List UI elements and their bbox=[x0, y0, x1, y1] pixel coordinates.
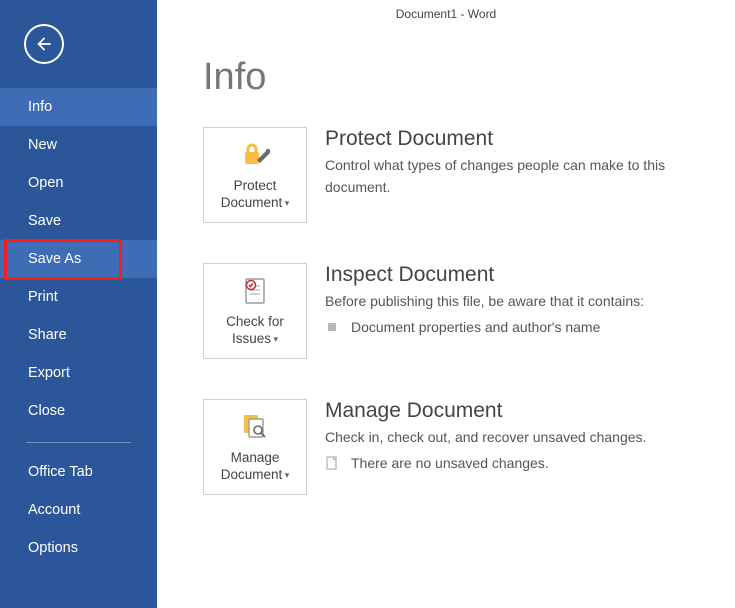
section-protect-document: Protect Document Protect Document Contro… bbox=[203, 127, 715, 223]
sidebar-item-label: Save bbox=[28, 213, 61, 229]
sidebar-item-label: Office Tab bbox=[28, 464, 93, 480]
sidebar-item-label: Info bbox=[28, 99, 52, 115]
square-bullet-icon bbox=[325, 320, 339, 334]
sidebar-item-saveas-wrapper: Save As bbox=[0, 240, 157, 278]
document-check-icon bbox=[237, 274, 273, 310]
section-text: Protect Document Control what types of c… bbox=[325, 127, 715, 198]
sidebar-item-label: Print bbox=[28, 289, 58, 305]
tile-label: Protect Document bbox=[208, 178, 302, 212]
section-desc: Check in, check out, and recover unsaved… bbox=[325, 427, 715, 449]
lock-key-icon bbox=[237, 138, 273, 174]
sidebar-item-label: Export bbox=[28, 365, 70, 381]
content-pane: Info Protect Document Protect Document C… bbox=[157, 28, 735, 608]
bullet-text: There are no unsaved changes. bbox=[351, 455, 549, 471]
sidebar-item-account[interactable]: Account bbox=[0, 491, 157, 529]
section-heading: Inspect Document bbox=[325, 263, 715, 287]
bullet-text: Document properties and author's name bbox=[351, 319, 600, 335]
window-titlebar: Document1 - Word bbox=[157, 0, 735, 28]
sidebar-item-office-tab[interactable]: Office Tab bbox=[0, 453, 157, 491]
main-layout: Info New Open Save Save As Print Share E… bbox=[0, 0, 735, 608]
section-manage-document: Manage Document Manage Document Check in… bbox=[203, 399, 715, 495]
tile-label: Manage Document bbox=[208, 450, 302, 484]
sidebar-item-share[interactable]: Share bbox=[0, 316, 157, 354]
section-inspect-document: Check for Issues Inspect Document Before… bbox=[203, 263, 715, 359]
section-text: Inspect Document Before publishing this … bbox=[325, 263, 715, 335]
bullet-row: Document properties and author's name bbox=[325, 319, 715, 335]
sidebar-item-new[interactable]: New bbox=[0, 126, 157, 164]
sidebar-item-print[interactable]: Print bbox=[0, 278, 157, 316]
documents-search-icon bbox=[237, 410, 273, 446]
backstage-sidebar: Info New Open Save Save As Print Share E… bbox=[0, 0, 157, 608]
sidebar-item-close[interactable]: Close bbox=[0, 392, 157, 430]
arrow-left-icon bbox=[34, 34, 54, 54]
tile-check-for-issues[interactable]: Check for Issues bbox=[203, 263, 307, 359]
sidebar-item-export[interactable]: Export bbox=[0, 354, 157, 392]
sidebar-item-label: Open bbox=[28, 175, 63, 191]
sidebar-item-label: Close bbox=[28, 403, 65, 419]
sidebar-item-save-as[interactable]: Save As bbox=[0, 240, 157, 278]
sidebar-item-save[interactable]: Save bbox=[0, 202, 157, 240]
section-text: Manage Document Check in, check out, and… bbox=[325, 399, 715, 471]
sidebar-item-label: Share bbox=[28, 327, 67, 343]
sidebar-item-label: Account bbox=[28, 502, 80, 518]
tile-protect-document[interactable]: Protect Document bbox=[203, 127, 307, 223]
sidebar-item-label: Options bbox=[28, 540, 78, 556]
section-heading: Manage Document bbox=[325, 399, 715, 423]
window-title: Document1 - Word bbox=[396, 7, 496, 21]
section-desc: Control what types of changes people can… bbox=[325, 155, 715, 198]
sidebar-item-label: New bbox=[28, 137, 57, 153]
sidebar-item-label: Save As bbox=[28, 251, 81, 267]
page-title: Info bbox=[203, 56, 715, 99]
tile-manage-document[interactable]: Manage Document bbox=[203, 399, 307, 495]
section-desc: Before publishing this file, be aware th… bbox=[325, 291, 715, 313]
sidebar-item-options[interactable]: Options bbox=[0, 529, 157, 567]
tile-label: Check for Issues bbox=[208, 314, 302, 348]
section-heading: Protect Document bbox=[325, 127, 715, 151]
page-icon bbox=[325, 456, 339, 470]
bullet-row: There are no unsaved changes. bbox=[325, 455, 715, 471]
sidebar-divider bbox=[26, 442, 131, 443]
sidebar-item-info[interactable]: Info bbox=[0, 88, 157, 126]
sidebar-item-open[interactable]: Open bbox=[0, 164, 157, 202]
back-button[interactable] bbox=[24, 24, 64, 64]
